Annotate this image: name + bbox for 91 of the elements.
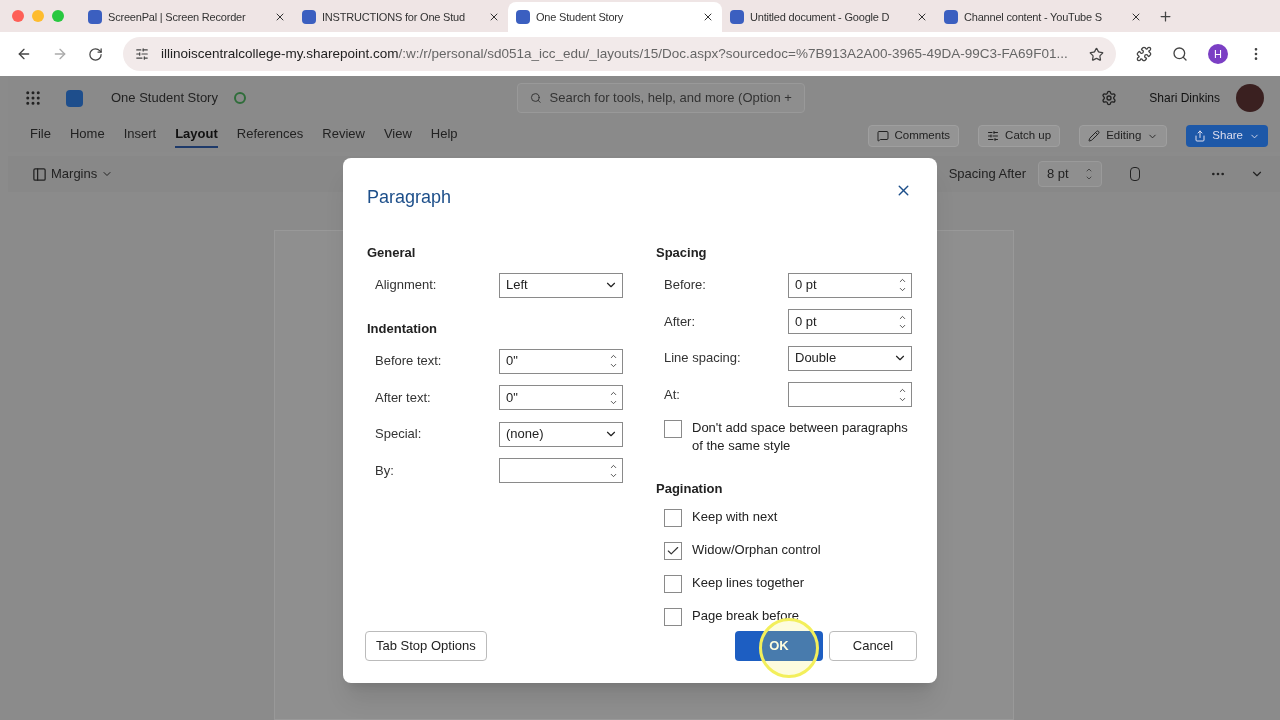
spin-field[interactable]: 0" [499, 348, 623, 374]
margins-button[interactable]: Margins [32, 164, 114, 184]
action-button[interactable]: Catch up [978, 125, 1061, 147]
section-heading: Spacing [656, 244, 708, 262]
action-icon [876, 130, 889, 142]
dropdown-field[interactable]: Left [499, 272, 623, 298]
checkbox-label: Keep with next [692, 508, 779, 526]
spin-field[interactable] [788, 382, 912, 407]
spacing-after-label: Spacing After [948, 165, 1026, 184]
browser-tab[interactable]: INSTRUCTIONS for One Stud [294, 2, 508, 32]
address-field[interactable]: illinoiscentralcollege-my.sharepoint.com/:w:/r/personal/sd051a_icc_edu/_layouts/15/Doc.aspx?sourcedoc=%7B913A2A00-3965-49DA-99C3-FA69F01... [123, 37, 1116, 71]
new-tab-icon[interactable] [1158, 9, 1173, 24]
action-icon [1194, 130, 1207, 142]
field-label: Before: [664, 276, 706, 295]
ribbon-tab[interactable]: Insert [123, 124, 157, 148]
close-icon[interactable] [1130, 11, 1142, 23]
ribbon-tab[interactable]: References [236, 124, 304, 148]
checkbox-label: Don't add space between paragraphs of the same style [692, 418, 909, 455]
section-heading: General [367, 244, 417, 262]
action-icon [987, 130, 1000, 142]
checkbox[interactable] [664, 542, 682, 560]
close-icon[interactable] [274, 11, 286, 23]
margins-icon [32, 166, 47, 182]
search-field[interactable]: Search for tools, help, and more (Option + [516, 83, 805, 113]
field-label: Alignment: [375, 276, 437, 295]
extensions-icon[interactable] [1136, 46, 1152, 62]
word-logo-icon [66, 89, 83, 107]
field-label: By: [375, 461, 394, 480]
bookmark-icon[interactable] [1089, 46, 1104, 62]
browser-tab[interactable]: Channel content - YouTube S [936, 2, 1150, 32]
action-icon [1088, 130, 1101, 142]
field-label: Before text: [375, 352, 442, 371]
action-button[interactable]: Share [1186, 125, 1268, 147]
action-button[interactable]: Comments [867, 125, 960, 147]
ribbon-tab[interactable]: Help [430, 124, 458, 148]
site-settings-icon [135, 47, 149, 61]
spacing-after-field[interactable]: 8 pt [1038, 161, 1102, 187]
document-title[interactable]: One Student Story [111, 88, 218, 108]
checkbox[interactable] [664, 509, 682, 527]
ribbon-tab[interactable]: Home [69, 124, 105, 148]
ok-button[interactable]: OK [735, 631, 823, 661]
field-label: At: [664, 385, 680, 404]
search-tab-icon[interactable] [1172, 46, 1188, 62]
checkbox-label: Widow/Orphan control [692, 541, 822, 559]
reload-icon[interactable] [88, 46, 103, 62]
ribbon-tab[interactable]: Review [322, 124, 365, 148]
section-heading: Indentation [367, 320, 439, 338]
checkbox-label: Keep lines together [692, 574, 806, 592]
browser-tab[interactable]: ScreenPal | Screen Recorder [80, 2, 294, 32]
app-launcher-icon[interactable] [24, 89, 42, 107]
site-icon [302, 10, 316, 24]
cancel-button[interactable]: Cancel [829, 631, 917, 661]
close-icon[interactable] [916, 11, 928, 23]
spin-field[interactable]: 0" [499, 385, 623, 410]
action-button[interactable]: Editing [1079, 125, 1168, 147]
spin-field[interactable]: 0 pt [788, 309, 912, 334]
site-icon [88, 10, 102, 24]
user-name: Shari Dinkins [1149, 90, 1220, 107]
dialog-title: Paragraph [367, 186, 452, 209]
ribbon-tab[interactable]: File [30, 124, 51, 148]
site-icon [944, 10, 958, 24]
search-icon [529, 91, 542, 105]
spin-field[interactable] [499, 458, 623, 483]
settings-icon[interactable] [1101, 90, 1118, 106]
section-heading: Pagination [656, 479, 724, 498]
user-avatar[interactable] [1236, 84, 1264, 112]
field-label: Line spacing: [664, 349, 741, 368]
cloud-saved-icon [233, 92, 246, 104]
checkbox[interactable] [664, 608, 682, 626]
ribbon-tab[interactable]: View [383, 124, 412, 148]
site-icon [516, 10, 530, 24]
field-label: Special: [375, 425, 422, 444]
browser-tab[interactable]: One Student Story [508, 2, 722, 32]
back-icon[interactable] [16, 46, 32, 62]
check-icon [666, 544, 680, 558]
browser-tab[interactable]: Untitled document - Google D [722, 2, 936, 32]
checkbox[interactable] [664, 575, 682, 593]
ribbon-tab[interactable]: Layout [175, 124, 218, 148]
field-label: After text: [375, 388, 431, 407]
page-setup-icon[interactable] [1130, 167, 1140, 181]
site-icon [730, 10, 744, 24]
checkbox[interactable] [664, 419, 682, 438]
cursor-highlight-icon [759, 618, 819, 678]
close-icon[interactable] [488, 11, 500, 23]
profile-avatar[interactable]: H [1208, 44, 1228, 64]
dropdown-field[interactable]: (none) [499, 421, 623, 447]
tab-stop-options-button[interactable]: Tab Stop Options [365, 631, 487, 661]
field-label: After: [664, 312, 696, 331]
spin-field[interactable]: 0 pt [788, 272, 912, 298]
dropdown-field[interactable]: Double [788, 345, 912, 371]
close-icon[interactable] [702, 11, 714, 23]
